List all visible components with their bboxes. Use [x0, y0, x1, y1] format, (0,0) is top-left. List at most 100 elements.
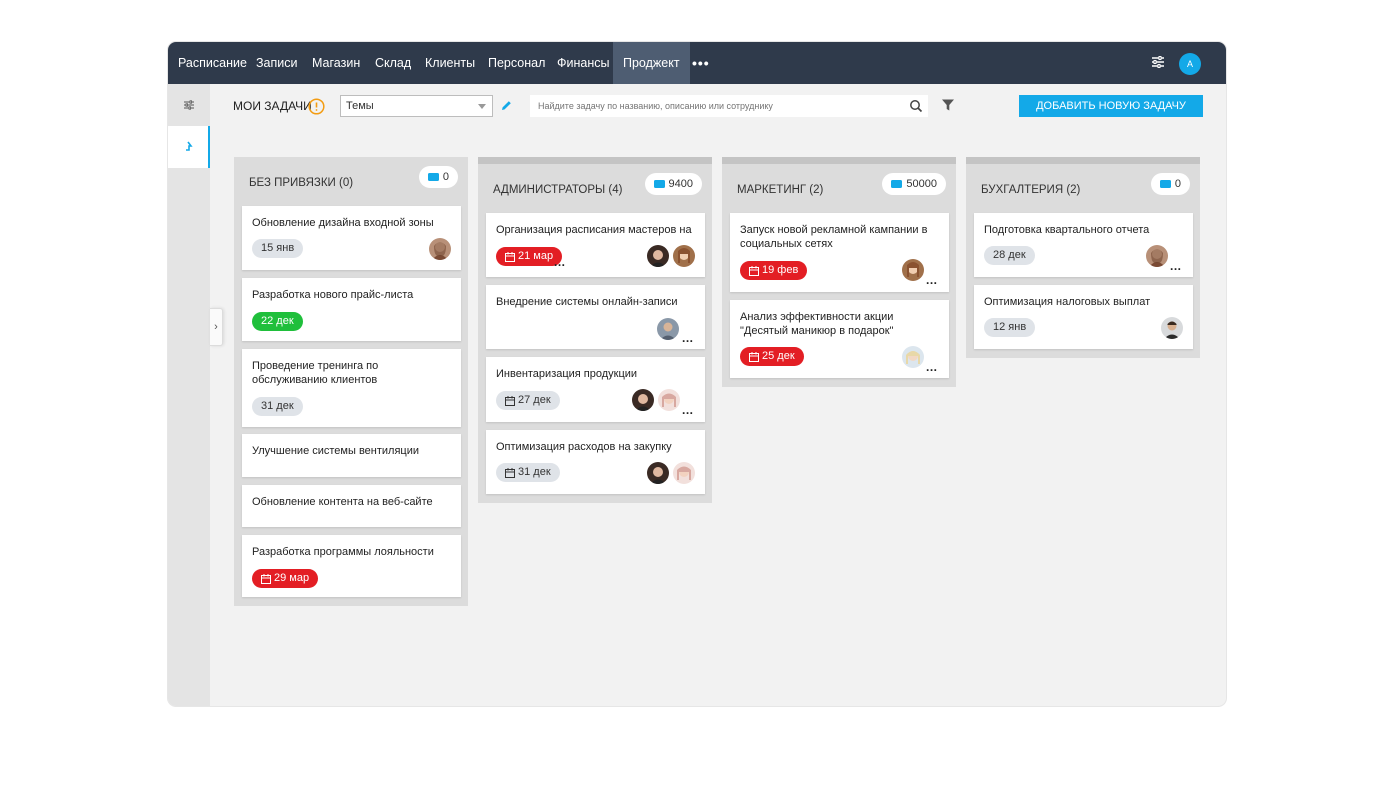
- task-title: Запуск новой рекламной кампании в социал…: [740, 224, 928, 250]
- task-due-date: 25 дек: [740, 347, 804, 366]
- search-input[interactable]: [530, 95, 928, 117]
- nav-item-finance[interactable]: Финансы: [557, 42, 609, 84]
- assignee-avatar[interactable]: [1161, 317, 1183, 339]
- column-budget-value: 50000: [906, 178, 937, 190]
- filter-icon[interactable]: [941, 98, 955, 112]
- assignee-avatar[interactable]: [902, 259, 924, 281]
- nav-item-project[interactable]: Проджект: [613, 42, 690, 84]
- wallet-icon: [1159, 180, 1171, 188]
- user-avatar[interactable]: A: [1179, 53, 1201, 75]
- column-header: МАРКЕТИНГ (2) 50000: [730, 172, 948, 216]
- assignee-avatar[interactable]: [647, 245, 669, 267]
- task-card[interactable]: Инвентаризация продукции 27 дек ...: [486, 357, 705, 422]
- nav-item-warehouse[interactable]: Склад: [375, 42, 411, 84]
- search-icon[interactable]: [909, 99, 923, 113]
- assignee-avatar[interactable]: [673, 462, 695, 484]
- task-card[interactable]: Проведение тренинга по обслуживанию клие…: [242, 349, 461, 427]
- column-title: АДМИНИСТРАТОРЫ (4): [493, 184, 623, 196]
- task-title: Проведение тренинга по обслуживанию клие…: [252, 360, 379, 386]
- task-due-date: 27 дек: [496, 391, 560, 410]
- task-due-date-text: 19 фев: [762, 264, 799, 276]
- task-due-date: 21 мар: [496, 247, 563, 266]
- board-column-marketing: МАРКЕТИНГ (2) 50000 Запуск новой рекламн…: [722, 157, 956, 387]
- column-budget: 0: [418, 166, 458, 188]
- nav-item-staff[interactable]: Персонал: [488, 42, 545, 84]
- task-card[interactable]: Оптимизация налоговых выплат 12 янв: [974, 285, 1193, 349]
- board-column-accounting: БУХГАЛТЕРИЯ (2) 0 Подготовка квартальног…: [966, 157, 1200, 358]
- assignee-avatar[interactable]: [657, 318, 679, 340]
- more-options-button[interactable]: ...: [682, 332, 694, 344]
- assignee-avatar[interactable]: [658, 389, 680, 411]
- assignee-avatar[interactable]: [673, 245, 695, 267]
- wallet-icon: [891, 180, 903, 188]
- task-card[interactable]: Разработка нового прайс-листа 22 дек: [242, 278, 461, 341]
- more-options-button[interactable]: ...: [682, 404, 694, 416]
- task-card[interactable]: Разработка программы лояльности 29 мар: [242, 535, 461, 597]
- task-card[interactable]: Улучшение системы вентиляции: [242, 434, 461, 477]
- task-title: Инвентаризация продукции: [496, 368, 638, 380]
- task-due-date: 31 дек: [252, 397, 303, 416]
- task-due-date: 22 дек: [252, 312, 303, 331]
- task-card[interactable]: Внедрение системы онлайн-записи ...: [486, 285, 705, 349]
- add-task-button[interactable]: ДОБАВИТЬ НОВУЮ ЗАДАЧУ: [1019, 95, 1203, 117]
- task-card[interactable]: Подготовка квартального отчета 28 дек ..…: [974, 213, 1193, 277]
- task-card[interactable]: Анализ эффективности акции "Десятый мани…: [730, 300, 949, 378]
- task-due-date-text: 28 дек: [993, 249, 1026, 261]
- task-due-date: 31 дек: [496, 463, 560, 482]
- task-due-date-text: 22 дек: [261, 315, 294, 327]
- wallet-icon: [653, 180, 665, 188]
- task-title: Внедрение системы онлайн-записи: [496, 296, 678, 308]
- task-card[interactable]: Обновление контента на веб-сайте: [242, 485, 461, 527]
- task-card[interactable]: Организация расписания мастеров на 21 ма…: [486, 213, 705, 277]
- task-due-date: 19 фев: [740, 261, 808, 280]
- task-title: Оптимизация расходов на закупку: [496, 441, 672, 453]
- nav-more-button[interactable]: •••: [692, 55, 710, 71]
- task-title: Организация расписания мастеров на: [496, 224, 692, 236]
- sidebar-filter-button[interactable]: [168, 84, 210, 126]
- task-due-date: 29 мар: [252, 569, 319, 588]
- info-icon[interactable]: [308, 98, 325, 115]
- assignee-avatar[interactable]: [632, 389, 654, 411]
- task-title: Анализ эффективности акции "Десятый мани…: [740, 311, 894, 337]
- sidebar-tasks-button[interactable]: [168, 126, 210, 168]
- task-due-date: 28 дек: [984, 246, 1035, 265]
- column-budget: 50000: [882, 173, 946, 195]
- expand-panel-button[interactable]: ›: [210, 308, 223, 346]
- task-due-date-text: 21 мар: [518, 250, 554, 262]
- task-title: Разработка нового прайс-листа: [252, 289, 414, 301]
- assignee-avatar[interactable]: [1146, 245, 1168, 267]
- nav-item-records[interactable]: Записи: [256, 42, 298, 84]
- nav-item-schedule[interactable]: Расписание: [178, 42, 247, 84]
- pencil-icon[interactable]: [500, 99, 513, 112]
- task-card[interactable]: Оптимизация расходов на закупку 31 дек: [486, 430, 705, 494]
- assignee-avatar[interactable]: [902, 346, 924, 368]
- task-due-date-text: 27 дек: [518, 394, 551, 406]
- calendar-icon: [505, 251, 515, 262]
- more-options-button[interactable]: ...: [926, 361, 938, 373]
- app-window: Расписание Записи Магазин Склад Клиенты …: [168, 42, 1226, 706]
- assignee-avatar[interactable]: [429, 238, 451, 260]
- task-due-date-text: 25 дек: [762, 350, 795, 362]
- task-card[interactable]: Обновление дизайна входной зоны 15 янв: [242, 206, 461, 270]
- task-due-date: 12 янв: [984, 318, 1036, 337]
- task-title: Оптимизация налоговых выплат: [984, 296, 1151, 308]
- assignee-avatar[interactable]: [647, 462, 669, 484]
- task-due-date-text: 29 мар: [274, 572, 310, 584]
- more-options-button[interactable]: ...: [926, 274, 938, 286]
- theme-select[interactable]: Темы: [340, 95, 493, 117]
- calendar-icon: [505, 395, 515, 406]
- arrow-up-icon: [186, 141, 193, 151]
- more-options-button[interactable]: ...: [554, 256, 566, 268]
- nav-item-shop[interactable]: Магазин: [312, 42, 360, 84]
- task-due-date: 15 янв: [252, 239, 304, 258]
- more-options-button[interactable]: ...: [1170, 260, 1182, 272]
- column-title: БЕЗ ПРИВЯЗКИ (0): [249, 177, 354, 189]
- column-title: МАРКЕТИНГ (2): [737, 184, 824, 196]
- task-card[interactable]: Запуск новой рекламной кампании в социал…: [730, 213, 949, 292]
- sidebar: [168, 84, 210, 706]
- board-column-administrators: АДМИНИСТРАТОРЫ (4) 9400 Организация расп…: [478, 157, 712, 503]
- board-column-unassigned: БЕЗ ПРИВЯЗКИ (0) 0 Обновление дизайна вх…: [234, 157, 468, 606]
- sliders-icon[interactable]: [1150, 54, 1166, 70]
- sliders-icon: [184, 100, 194, 110]
- nav-item-clients[interactable]: Клиенты: [425, 42, 475, 84]
